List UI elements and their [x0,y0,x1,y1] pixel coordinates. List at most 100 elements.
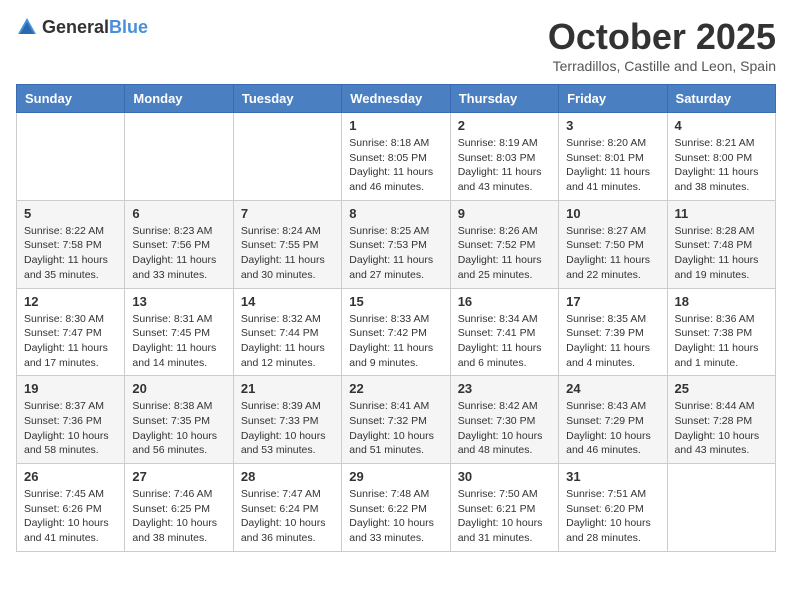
weekday-header-row: SundayMondayTuesdayWednesdayThursdayFrid… [17,85,776,113]
calendar-cell: 17 Sunrise: 8:35 AMSunset: 7:39 PMDayligh… [559,288,667,376]
day-info: Sunrise: 8:44 AMSunset: 7:28 PMDaylight:… [675,399,768,458]
calendar-cell: 10 Sunrise: 8:27 AMSunset: 7:50 PMDayligh… [559,200,667,288]
calendar-cell: 13Sunrise: 8:31 AMSunset: 7:45 PMDayligh… [125,288,233,376]
calendar-cell: 2 Sunrise: 8:19 AMSunset: 8:03 PMDaylight… [450,113,558,201]
day-info: Sunrise: 8:20 AMSunset: 8:01 PMDaylight:… [566,136,659,195]
day-info: Sunrise: 8:35 AMSunset: 7:39 PMDaylight:… [566,312,659,371]
day-info: Sunrise: 7:46 AMSunset: 6:25 PMDaylight:… [132,487,225,546]
day-number: 29 [349,469,442,484]
calendar-cell: 9 Sunrise: 8:26 AMSunset: 7:52 PMDaylight… [450,200,558,288]
day-number: 3 [566,118,659,133]
day-number: 28 [241,469,334,484]
day-number: 26 [24,469,117,484]
weekday-header-sunday: Sunday [17,85,125,113]
day-info: Sunrise: 8:34 AMSunset: 7:41 PMDaylight:… [458,312,551,371]
day-number: 17 [566,294,659,309]
day-number: 1 [349,118,442,133]
calendar-cell: 6 Sunrise: 8:23 AMSunset: 7:56 PMDaylight… [125,200,233,288]
day-info: Sunrise: 8:27 AMSunset: 7:50 PMDaylight:… [566,224,659,283]
day-info: Sunrise: 8:36 AMSunset: 7:38 PMDaylight:… [675,312,768,371]
day-number: 6 [132,206,225,221]
calendar-cell: 23 Sunrise: 8:42 AMSunset: 7:30 PMDayligh… [450,376,558,464]
day-number: 16 [458,294,551,309]
calendar-cell: 18 Sunrise: 8:36 AMSunset: 7:38 PMDayligh… [667,288,775,376]
day-number: 30 [458,469,551,484]
logo-blue: Blue [109,17,148,37]
calendar-cell: 7 Sunrise: 8:24 AMSunset: 7:55 PMDaylight… [233,200,341,288]
calendar-cell: 1 Sunrise: 8:18 AMSunset: 8:05 PMDaylight… [342,113,450,201]
day-number: 7 [241,206,334,221]
page-header: GeneralBlue October 2025 Terradillos, Ca… [16,16,776,74]
calendar-week-3: 12Sunrise: 8:30 AMSunset: 7:47 PMDayligh… [17,288,776,376]
location: Terradillos, Castille and Leon, Spain [548,58,776,74]
month-title: October 2025 [548,16,776,58]
calendar-cell: 14Sunrise: 8:32 AMSunset: 7:44 PMDayligh… [233,288,341,376]
day-info: Sunrise: 8:41 AMSunset: 7:32 PMDaylight:… [349,399,442,458]
calendar-cell: 25 Sunrise: 8:44 AMSunset: 7:28 PMDayligh… [667,376,775,464]
day-info: Sunrise: 8:33 AMSunset: 7:42 PMDaylight:… [349,312,442,371]
day-number: 9 [458,206,551,221]
calendar-week-1: 1 Sunrise: 8:18 AMSunset: 8:05 PMDaylight… [17,113,776,201]
day-number: 22 [349,381,442,396]
calendar-cell [233,113,341,201]
day-number: 11 [675,206,768,221]
calendar-week-4: 19Sunrise: 8:37 AMSunset: 7:36 PMDayligh… [17,376,776,464]
calendar-cell [125,113,233,201]
weekday-header-thursday: Thursday [450,85,558,113]
calendar-cell: 8Sunrise: 8:25 AMSunset: 7:53 PMDaylight… [342,200,450,288]
calendar-cell: 31 Sunrise: 7:51 AMSunset: 6:20 PMDayligh… [559,464,667,552]
calendar-cell: 3 Sunrise: 8:20 AMSunset: 8:01 PMDaylight… [559,113,667,201]
day-info: Sunrise: 7:50 AMSunset: 6:21 PMDaylight:… [458,487,551,546]
day-info: Sunrise: 8:42 AMSunset: 7:30 PMDaylight:… [458,399,551,458]
calendar-cell: 15 Sunrise: 8:33 AMSunset: 7:42 PMDayligh… [342,288,450,376]
weekday-header-friday: Friday [559,85,667,113]
day-number: 27 [132,469,225,484]
day-number: 25 [675,381,768,396]
calendar-cell: 28Sunrise: 7:47 AMSunset: 6:24 PMDayligh… [233,464,341,552]
day-info: Sunrise: 8:22 AMSunset: 7:58 PMDaylight:… [24,224,117,283]
calendar-cell: 12Sunrise: 8:30 AMSunset: 7:47 PMDayligh… [17,288,125,376]
calendar-header: SundayMondayTuesdayWednesdayThursdayFrid… [17,85,776,113]
day-number: 23 [458,381,551,396]
logo-icon [16,16,38,38]
day-number: 15 [349,294,442,309]
day-number: 31 [566,469,659,484]
day-number: 5 [24,206,117,221]
title-block: October 2025 Terradillos, Castille and L… [548,16,776,74]
day-info: Sunrise: 8:38 AMSunset: 7:35 PMDaylight:… [132,399,225,458]
day-number: 13 [132,294,225,309]
day-info: Sunrise: 7:51 AMSunset: 6:20 PMDaylight:… [566,487,659,546]
day-info: Sunrise: 8:26 AMSunset: 7:52 PMDaylight:… [458,224,551,283]
day-number: 20 [132,381,225,396]
day-info: Sunrise: 8:39 AMSunset: 7:33 PMDaylight:… [241,399,334,458]
calendar-table: SundayMondayTuesdayWednesdayThursdayFrid… [16,84,776,552]
day-info: Sunrise: 7:48 AMSunset: 6:22 PMDaylight:… [349,487,442,546]
calendar-cell: 19Sunrise: 8:37 AMSunset: 7:36 PMDayligh… [17,376,125,464]
calendar-week-5: 26 Sunrise: 7:45 AMSunset: 6:26 PMDayligh… [17,464,776,552]
day-number: 18 [675,294,768,309]
weekday-header-monday: Monday [125,85,233,113]
day-info: Sunrise: 8:21 AMSunset: 8:00 PMDaylight:… [675,136,768,195]
calendar-cell: 27 Sunrise: 7:46 AMSunset: 6:25 PMDayligh… [125,464,233,552]
calendar-cell: 4Sunrise: 8:21 AMSunset: 8:00 PMDaylight… [667,113,775,201]
day-number: 10 [566,206,659,221]
day-info: Sunrise: 8:18 AMSunset: 8:05 PMDaylight:… [349,136,442,195]
day-info: Sunrise: 8:30 AMSunset: 7:47 PMDaylight:… [24,312,117,371]
day-info: Sunrise: 8:23 AMSunset: 7:56 PMDaylight:… [132,224,225,283]
day-info: Sunrise: 8:43 AMSunset: 7:29 PMDaylight:… [566,399,659,458]
day-number: 2 [458,118,551,133]
weekday-header-tuesday: Tuesday [233,85,341,113]
calendar-body: 1 Sunrise: 8:18 AMSunset: 8:05 PMDaylight… [17,113,776,552]
day-info: Sunrise: 8:24 AMSunset: 7:55 PMDaylight:… [241,224,334,283]
logo: GeneralBlue [16,16,148,38]
logo-general: General [42,17,109,37]
weekday-header-wednesday: Wednesday [342,85,450,113]
day-info: Sunrise: 8:19 AMSunset: 8:03 PMDaylight:… [458,136,551,195]
day-info: Sunrise: 8:25 AMSunset: 7:53 PMDaylight:… [349,224,442,283]
calendar-cell: 29 Sunrise: 7:48 AMSunset: 6:22 PMDayligh… [342,464,450,552]
day-info: Sunrise: 8:32 AMSunset: 7:44 PMDaylight:… [241,312,334,371]
calendar-cell: 5 Sunrise: 8:22 AMSunset: 7:58 PMDaylight… [17,200,125,288]
calendar-week-2: 5 Sunrise: 8:22 AMSunset: 7:58 PMDaylight… [17,200,776,288]
calendar-cell [667,464,775,552]
day-info: Sunrise: 7:45 AMSunset: 6:26 PMDaylight:… [24,487,117,546]
